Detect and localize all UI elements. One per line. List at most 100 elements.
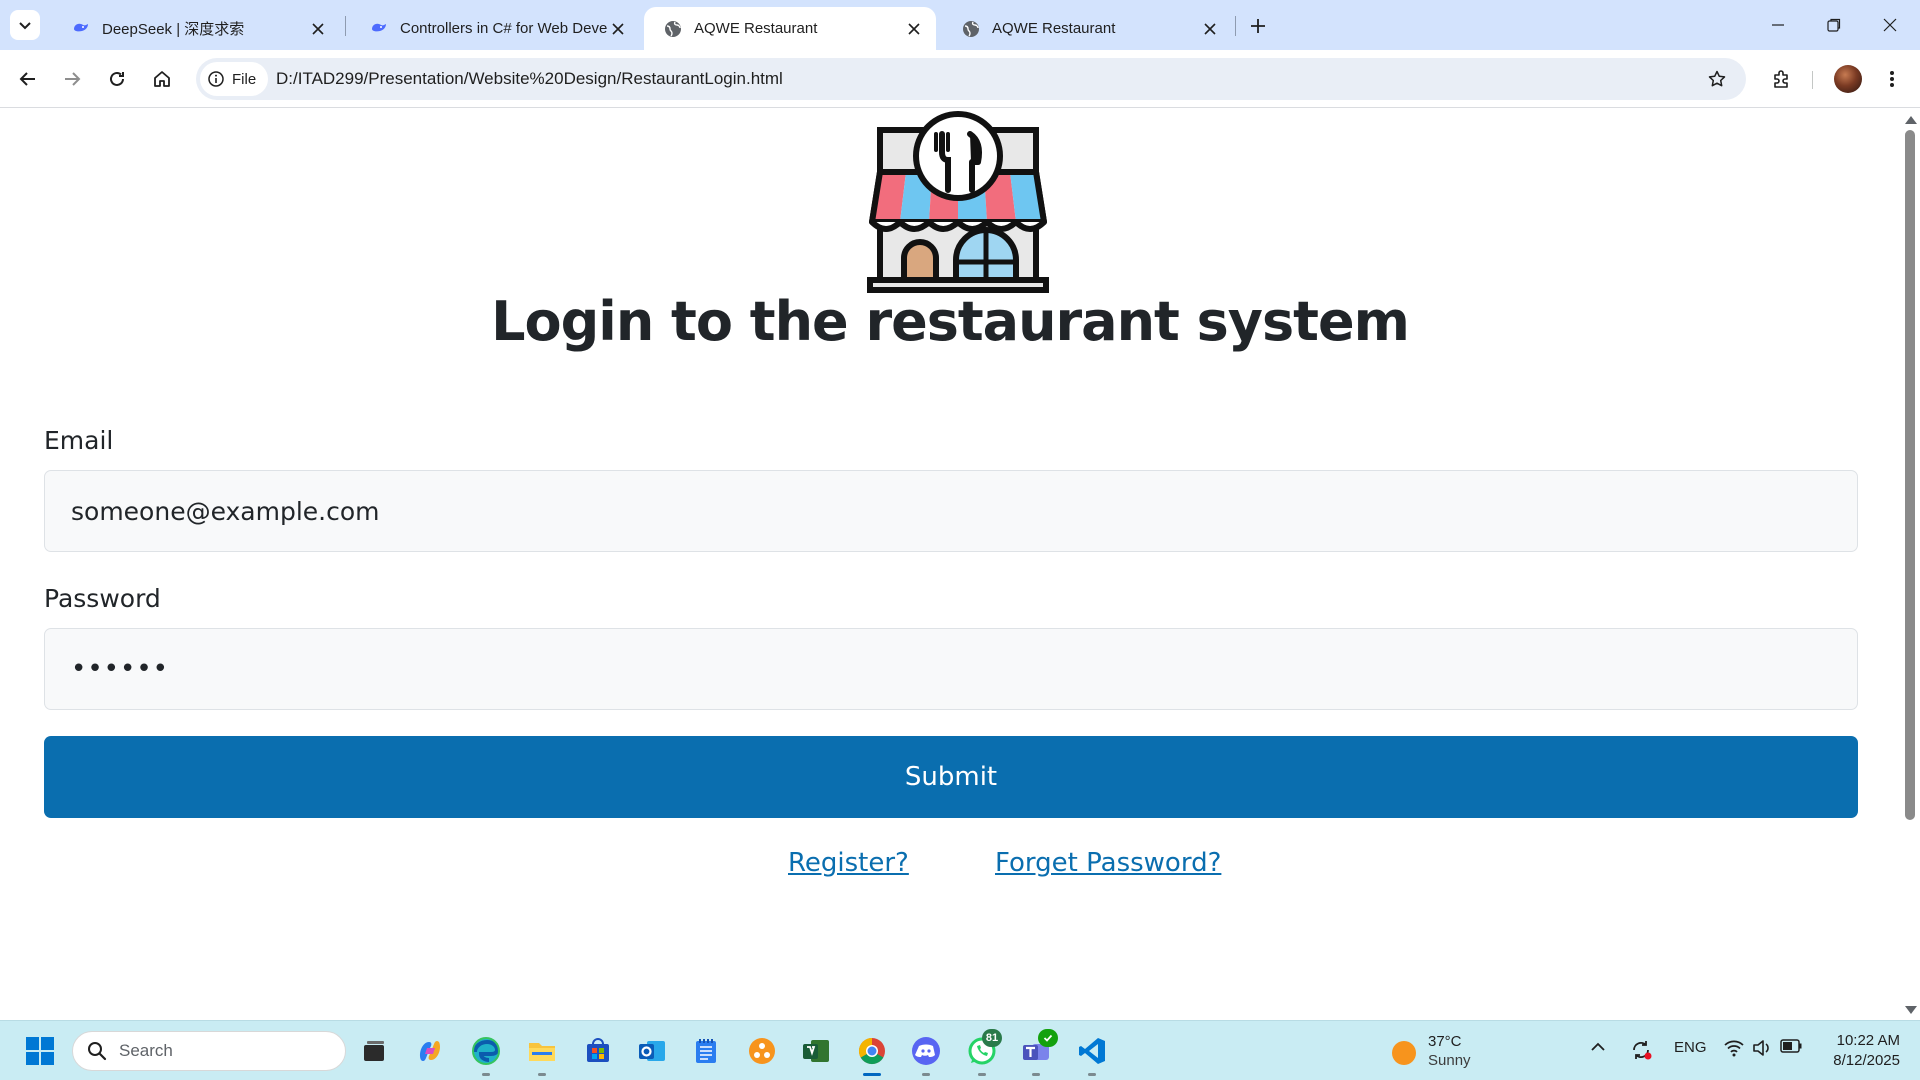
scroll-up-arrow-icon[interactable] (1905, 116, 1917, 124)
more-vert-icon (1890, 71, 1894, 87)
copilot-icon[interactable] (414, 1035, 446, 1067)
star-icon (1708, 70, 1726, 87)
puzzle-icon (1774, 70, 1788, 88)
tab-controllers[interactable]: Controllers in C# for Web Devel (350, 7, 640, 50)
submit-button[interactable]: Submit (44, 736, 1858, 818)
tab-aqwe-restaurant-active[interactable]: AQWE Restaurant (644, 7, 936, 50)
tab-title: AQWE Restaurant (992, 20, 1116, 37)
running-indicator (978, 1073, 986, 1076)
info-icon (208, 71, 224, 87)
page-content: Login to the restaurant system Email som… (0, 108, 1900, 1020)
store-icon[interactable] (582, 1035, 614, 1067)
close-icon[interactable] (1200, 19, 1220, 39)
tab-title: Controllers in C# for Web Devel (400, 20, 608, 37)
back-button[interactable] (10, 61, 46, 97)
show-hidden-icons-button[interactable] (1590, 1039, 1606, 1055)
tab-aqwe-restaurant[interactable]: AQWE Restaurant (942, 7, 1232, 50)
home-button[interactable] (144, 61, 180, 97)
weather-temperature: 37°C (1428, 1033, 1462, 1050)
weather-widget[interactable]: 37°C Sunny (1392, 1031, 1552, 1071)
close-window-button[interactable] (1862, 0, 1918, 50)
url-text[interactable]: D:/ITAD299/Presentation/Website%20Design… (276, 58, 783, 100)
running-indicator (1032, 1073, 1040, 1076)
deepseek-icon (72, 20, 90, 38)
app-icon[interactable] (746, 1035, 778, 1067)
windows-start-icon[interactable] (24, 1035, 56, 1067)
scroll-down-arrow-icon[interactable] (1905, 1006, 1917, 1014)
tab-title: DeepSeek | 深度求索 (102, 21, 245, 38)
minimize-icon (1772, 24, 1784, 26)
tab-separator (345, 16, 346, 36)
chrome-icon[interactable] (856, 1035, 888, 1067)
windows-taskbar: Search 81 37°C Sunny ENG 10:22 AM 8/12/2… (0, 1020, 1920, 1080)
task-view-icon[interactable] (358, 1035, 390, 1067)
volume-icon[interactable] (1752, 1039, 1772, 1057)
project-icon[interactable] (800, 1035, 832, 1067)
close-icon[interactable] (608, 19, 628, 39)
reload-icon (110, 71, 124, 86)
profile-avatar[interactable] (1834, 65, 1862, 93)
restore-icon (1827, 18, 1841, 32)
tab-strip: DeepSeek | 深度求索 Controllers in C# for We… (0, 0, 1920, 50)
running-indicator (538, 1073, 546, 1076)
edge-icon[interactable] (470, 1035, 502, 1067)
clock-time: 10:22 AM (1836, 1032, 1900, 1049)
restore-button[interactable] (1806, 0, 1862, 50)
email-field[interactable]: someone@example.com (44, 470, 1858, 552)
tab-separator (1235, 16, 1236, 36)
scrollbar-thumb[interactable] (1905, 130, 1915, 820)
outlook-icon[interactable] (636, 1035, 668, 1067)
weather-condition: Sunny (1428, 1052, 1471, 1069)
site-info-chip[interactable]: File (200, 62, 269, 96)
restaurant-storefront-icon (867, 111, 1049, 293)
bookmark-star-button[interactable] (1700, 62, 1734, 96)
page-scrollbar[interactable] (1900, 108, 1920, 1020)
password-label: Password (44, 584, 161, 613)
new-tab-button[interactable] (1244, 12, 1272, 40)
chevron-down-icon (19, 22, 31, 30)
search-icon (87, 1041, 107, 1061)
clock-date: 8/12/2025 (1833, 1052, 1900, 1069)
running-indicator (1088, 1073, 1096, 1076)
sync-icon[interactable] (1630, 1039, 1652, 1061)
tab-search-button[interactable] (10, 10, 40, 40)
battery-icon[interactable] (1780, 1039, 1802, 1053)
extensions-button[interactable] (1764, 61, 1800, 97)
register-link[interactable]: Register? (788, 848, 909, 878)
system-clock[interactable]: 10:22 AM 8/12/2025 (1800, 1031, 1900, 1071)
wifi-icon[interactable] (1724, 1039, 1744, 1057)
forward-button[interactable] (54, 61, 90, 97)
chevron-up-icon (1591, 1042, 1605, 1051)
close-icon[interactable] (308, 19, 328, 39)
browser-menu-button[interactable] (1874, 61, 1910, 97)
running-indicator (922, 1073, 930, 1076)
forgot-password-link[interactable]: Forget Password? (995, 848, 1221, 878)
plus-icon (1251, 19, 1265, 33)
minimize-button[interactable] (1750, 0, 1806, 50)
folder-icon[interactable] (526, 1035, 558, 1067)
scheme-label: File (232, 70, 257, 88)
vscode-icon[interactable] (1076, 1035, 1108, 1067)
running-indicator-active (863, 1073, 881, 1076)
email-label: Email (44, 426, 114, 455)
search-placeholder: Search (119, 1041, 173, 1060)
sun-icon (1392, 1041, 1416, 1065)
language-indicator[interactable]: ENG (1674, 1039, 1707, 1056)
globe-icon (664, 20, 682, 38)
password-field[interactable]: •••••• (44, 628, 1858, 710)
check-badge-icon (1038, 1029, 1058, 1047)
close-icon (1883, 18, 1897, 32)
whatsapp-unread-badge: 81 (982, 1029, 1002, 1047)
discord-icon[interactable] (910, 1035, 942, 1067)
globe-icon (962, 20, 980, 38)
notepad-icon[interactable] (690, 1035, 722, 1067)
deepseek-icon (370, 20, 388, 38)
address-bar[interactable]: File D:/ITAD299/Presentation/Website%20D… (196, 58, 1746, 100)
browser-toolbar: File D:/ITAD299/Presentation/Website%20D… (0, 50, 1920, 108)
taskbar-search[interactable]: Search (72, 1031, 346, 1071)
close-icon[interactable] (904, 19, 924, 39)
running-indicator (482, 1073, 490, 1076)
tab-deepseek[interactable]: DeepSeek | 深度求索 (52, 7, 340, 50)
reload-button[interactable] (99, 61, 135, 97)
arrow-right-icon (65, 72, 81, 86)
